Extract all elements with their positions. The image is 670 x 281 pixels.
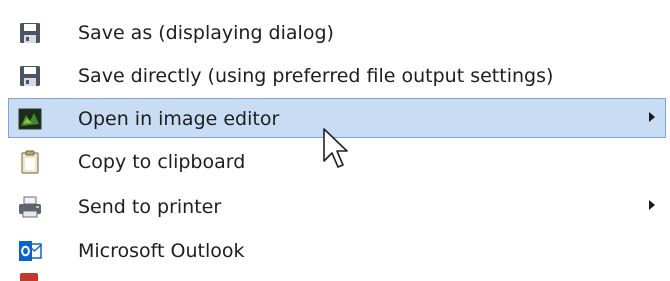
menu-item-label: Save directly (using preferred file outp… [78,65,554,87]
menu-item-save-as[interactable]: Save as (displaying dialog) [8,12,666,52]
floppy-disk-icon [17,20,43,46]
mouse-pointer-icon [322,127,348,171]
menu-item-label: Save as (displaying dialog) [78,22,334,44]
submenu-arrow-icon [649,112,655,122]
submenu-arrow-icon [649,200,655,210]
printer-icon [17,194,43,220]
clipboard-icon [17,149,43,175]
image-editor-icon [17,106,43,132]
menu-item-label: Send to printer [78,196,222,218]
menu-item-save-directly[interactable]: Save directly (using preferred file outp… [8,55,666,95]
menu-item-label: Copy to clipboard [78,151,246,173]
floppy-disk-icon [17,63,43,89]
menu-item-send-to-printer[interactable]: Send to printer [8,186,666,226]
outlook-icon [17,238,43,264]
menu-item-microsoft-outlook[interactable]: Microsoft Outlook [8,230,666,270]
context-menu: Save as (displaying dialog) Save directl… [0,0,670,281]
cropped-icon [20,273,38,281]
menu-item-label: Microsoft Outlook [78,240,245,262]
menu-item-label: Open in image editor [78,108,280,130]
